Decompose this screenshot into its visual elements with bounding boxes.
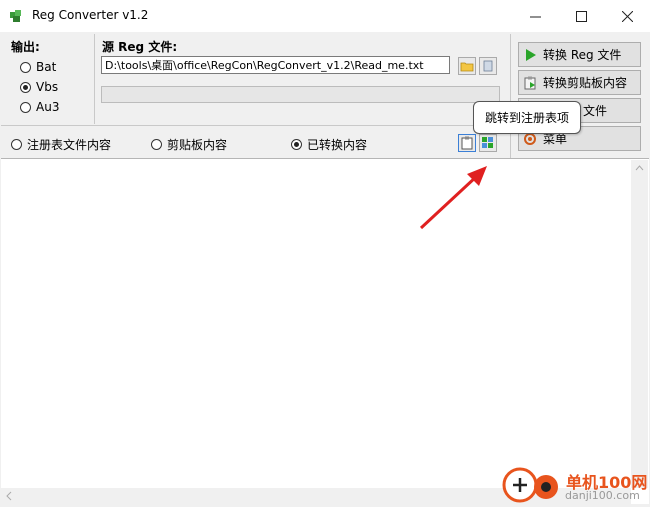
radio-label: 已转换内容 — [307, 137, 368, 152]
source-path-input[interactable]: D:\tools\桌面\office\RegCon\RegConvert_v1.… — [101, 56, 450, 74]
scroll-left-icon — [6, 491, 12, 501]
maximize-icon — [575, 10, 587, 22]
radio-circle — [20, 61, 31, 73]
radio-circle — [20, 81, 31, 93]
radio-clipboard-content[interactable]: 剪贴板内容 — [151, 136, 227, 152]
source-label: 源 Reg 文件: — [102, 40, 178, 54]
progress-bar — [101, 86, 500, 103]
radio-converted-content[interactable]: 已转换内容 — [291, 136, 367, 152]
tooltip: 跳转到注册表项 — [473, 101, 581, 134]
radio-vbs[interactable]: Vbs — [20, 79, 58, 95]
radio-au3[interactable]: Au3 — [20, 99, 59, 115]
jump-to-registry-button[interactable] — [479, 134, 497, 152]
app-icon — [9, 9, 23, 23]
watermark-url: danji100.com — [565, 489, 640, 502]
divider — [1, 125, 510, 126]
radio-label: 注册表文件内容 — [27, 137, 112, 152]
convert-clipboard-button[interactable]: 转换剪贴板内容 — [518, 70, 641, 95]
radio-circle — [151, 138, 162, 150]
radio-label: Vbs — [36, 80, 59, 94]
radio-label: Au3 — [36, 100, 60, 114]
minimize-button[interactable] — [512, 0, 558, 32]
browse-button[interactable] — [458, 57, 476, 75]
vertical-scrollbar[interactable] — [631, 160, 648, 488]
radio-circle — [291, 138, 302, 150]
document-icon — [483, 60, 493, 72]
close-icon — [621, 10, 633, 22]
radio-label: 剪贴板内容 — [167, 137, 228, 152]
radio-circle — [11, 138, 22, 150]
copy-button[interactable] — [458, 134, 476, 152]
button-label: 转换 Reg 文件 — [543, 48, 622, 62]
radio-label: Bat — [36, 60, 57, 74]
close-button[interactable] — [604, 0, 650, 32]
radio-circle — [20, 101, 31, 113]
scroll-up-icon — [635, 165, 644, 171]
radio-bat[interactable]: Bat — [20, 59, 56, 75]
convert-reg-button[interactable]: 转换 Reg 文件 — [518, 42, 641, 67]
window-title: Reg Converter v1.2 — [32, 8, 149, 22]
minimize-icon — [529, 16, 541, 17]
maximize-button[interactable] — [558, 0, 604, 32]
load-button[interactable] — [479, 57, 497, 75]
registry-icon — [482, 137, 493, 148]
radio-registry-content[interactable]: 注册表文件内容 — [11, 136, 111, 152]
clipboard-icon — [461, 136, 473, 150]
divider — [94, 34, 95, 124]
output-text-area[interactable] — [1, 158, 649, 504]
watermark-logo — [502, 467, 560, 503]
output-label: 输出: — [11, 40, 40, 54]
annotation-arrow-icon — [419, 166, 487, 230]
play-icon — [526, 48, 536, 61]
button-label: 文件 — [583, 104, 608, 118]
divider — [510, 34, 511, 158]
clipboard-icon — [524, 76, 536, 89]
button-label: 转换剪贴板内容 — [543, 76, 628, 90]
folder-icon — [460, 62, 474, 72]
